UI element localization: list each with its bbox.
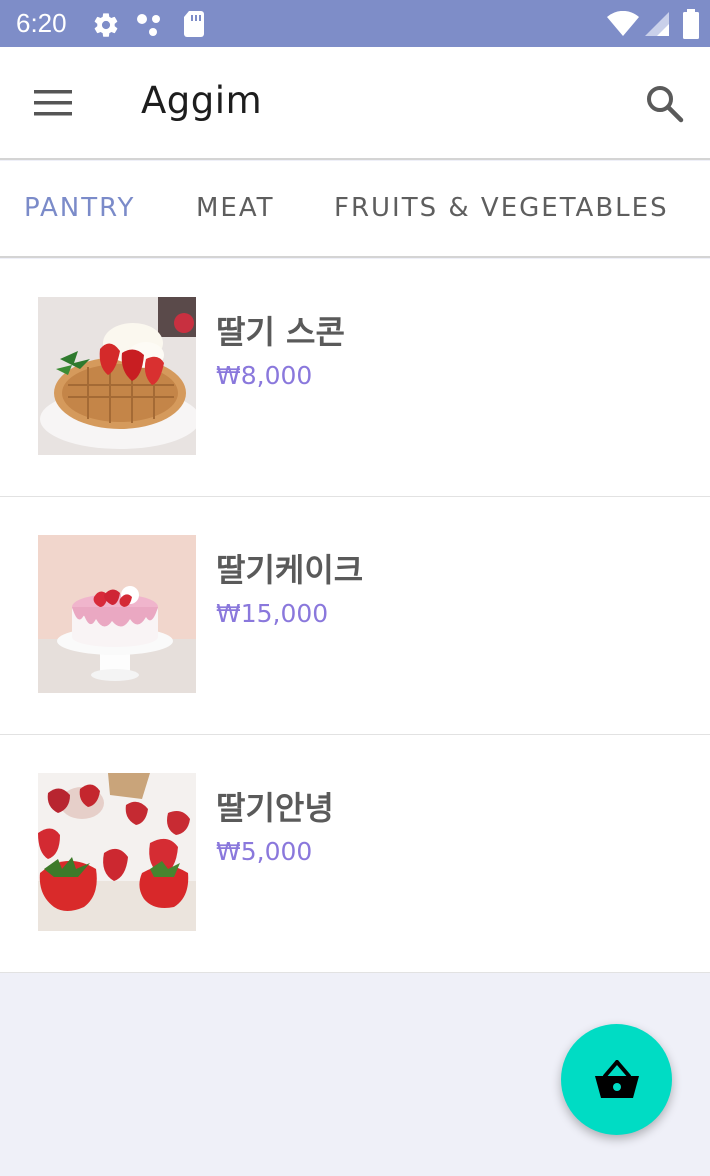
- list-item[interactable]: 딸기케이크 ₩15,000: [0, 497, 710, 735]
- battery-icon: [683, 9, 699, 39]
- tab-pantry[interactable]: PANTRY: [24, 193, 135, 223]
- gear-icon: [94, 13, 118, 37]
- product-price: ₩5,000: [216, 837, 313, 866]
- product-price: ₩15,000: [216, 599, 329, 628]
- strawberry-waffle-image: [38, 297, 196, 455]
- product-name: 딸기 스콘: [216, 313, 345, 351]
- menu-icon: [34, 90, 72, 116]
- status-bar: 6:20: [0, 0, 710, 47]
- product-image: [38, 773, 196, 931]
- product-list: 딸기 스콘 ₩8,000 딸기케이크 ₩15,000 딸기안녕 ₩5,000: [0, 259, 710, 973]
- list-item[interactable]: 딸기안녕 ₩5,000: [0, 735, 710, 973]
- product-price: ₩8,000: [216, 361, 313, 390]
- product-name: 딸기케이크: [216, 551, 364, 589]
- shopping-basket-icon: [594, 1059, 639, 1098]
- wifi-icon: [607, 11, 639, 36]
- tab-meat[interactable]: MEAT: [196, 193, 275, 223]
- app-title: Aggim: [141, 79, 263, 122]
- list-item[interactable]: 딸기 스콘 ₩8,000: [0, 259, 710, 497]
- menu-button[interactable]: [28, 83, 80, 123]
- signal-icon: [645, 12, 669, 36]
- app-bar: Aggim: [0, 47, 710, 160]
- status-time: 6:20: [16, 8, 67, 38]
- search-button[interactable]: [640, 79, 688, 127]
- strawberry-cake-image: [38, 535, 196, 693]
- sd-card-icon: [184, 11, 204, 37]
- category-tabs: PANTRY MEAT FRUITS & VEGETABLES: [0, 161, 710, 258]
- product-name: 딸기안녕: [216, 789, 334, 827]
- product-image: [38, 297, 196, 455]
- product-image: [38, 535, 196, 693]
- search-icon: [647, 86, 684, 123]
- tab-fruits-vegetables[interactable]: FRUITS & VEGETABLES: [334, 193, 669, 223]
- cart-fab-button[interactable]: [561, 1024, 672, 1135]
- dots-icon: [137, 14, 160, 36]
- strawberries-image: [38, 773, 196, 931]
